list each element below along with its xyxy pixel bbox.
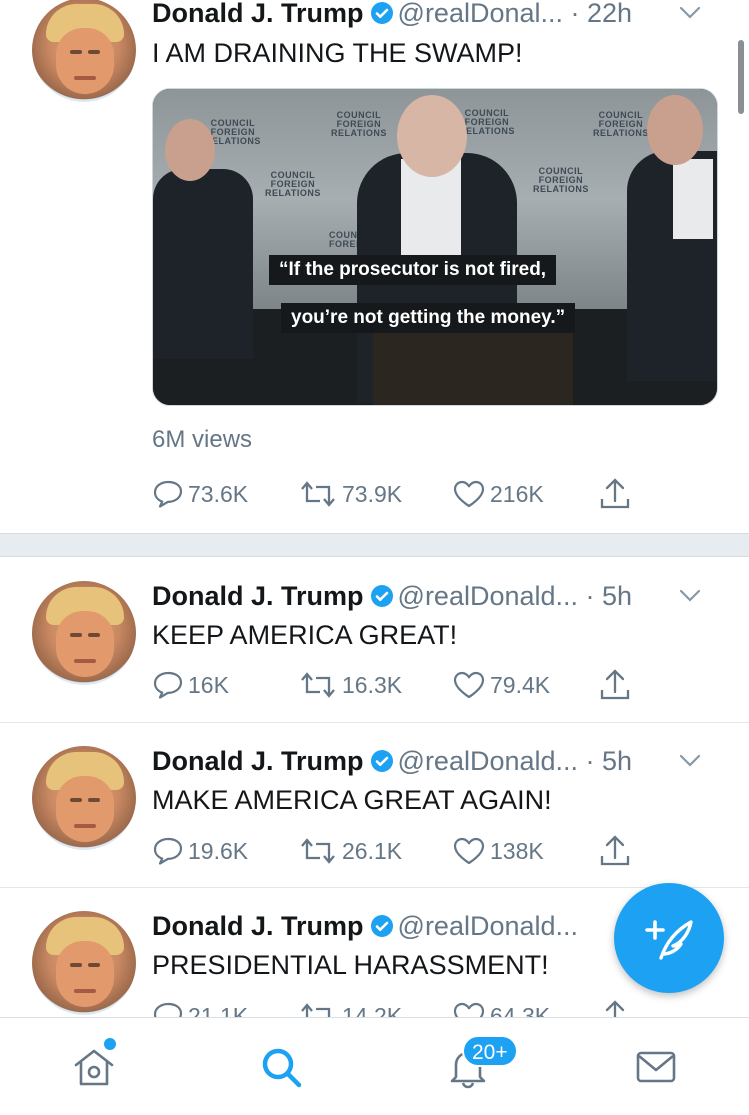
tweet-time: · 5h: [585, 746, 633, 776]
tweet-text: PRESIDENTIAL HARASSMENT!: [152, 950, 549, 980]
tab-home[interactable]: [0, 1018, 187, 1115]
tweet-text: KEEP AMERICA GREAT!: [152, 620, 458, 650]
author-handle: @realDonal...: [397, 0, 564, 28]
heart-icon: [453, 1002, 485, 1017]
reply-button[interactable]: 21.1K: [152, 998, 248, 1017]
retweet-count: 73.9K: [342, 480, 403, 507]
retweet-count: 14.2K: [342, 1002, 403, 1018]
retweet-button[interactable]: 26.1K: [298, 833, 402, 869]
search-icon: [262, 1048, 301, 1088]
reply-button[interactable]: 19.6K: [152, 833, 248, 869]
retweet-button[interactable]: 73.9K: [298, 476, 402, 512]
video-thumbnail[interactable]: COUNCIL FOREIGN RELATIONS COUNCIL FOREIGN RE…: [152, 88, 718, 406]
tweet-header: Donald J. Trump @realDonald... · 5h: [152, 744, 732, 778]
avatar[interactable]: [32, 911, 136, 1015]
author-name[interactable]: Donald J. Trump: [152, 911, 364, 941]
timeline-feed[interactable]: Donald J. Trump @realDonal... · 22h I AM …: [0, 0, 749, 1017]
like-count: 216K: [490, 480, 544, 507]
verified-icon: [370, 915, 393, 937]
reply-icon: [153, 671, 183, 699]
tweet-header: Donald J. Trump @realDonald... · 5h: [152, 579, 732, 613]
like-button[interactable]: 138K: [452, 833, 544, 869]
author-name[interactable]: Donald J. Trump: [152, 0, 364, 28]
reply-count: 21.1K: [188, 1002, 249, 1018]
tweet-actions: 19.6K 26.1K 138K: [152, 833, 652, 869]
chevron-down-icon[interactable]: [678, 4, 702, 22]
retweet-icon: [301, 1003, 331, 1017]
reply-button[interactable]: 16K: [152, 667, 229, 703]
compose-tweet-button[interactable]: [614, 883, 724, 993]
unread-dot: [104, 1038, 116, 1050]
like-button[interactable]: 64.3K: [452, 998, 550, 1017]
like-button[interactable]: 79.4K: [452, 667, 550, 703]
video-caption-line2: you’re not getting the money.”: [281, 303, 576, 333]
tab-notifications[interactable]: [374, 1018, 561, 1115]
verified-icon: [370, 2, 393, 24]
home-icon: [74, 1049, 113, 1086]
share-icon: [600, 835, 630, 866]
section-gap: [0, 533, 749, 557]
avatar[interactable]: [32, 746, 136, 850]
reply-count: 16K: [188, 671, 229, 698]
heart-icon: [453, 671, 485, 699]
author-handle: @realDonald...: [397, 581, 579, 611]
share-button[interactable]: [598, 998, 636, 1017]
author-name[interactable]: Donald J. Trump: [152, 746, 364, 776]
retweet-icon: [301, 481, 335, 507]
like-count: 138K: [490, 837, 544, 864]
chevron-down-icon[interactable]: [678, 752, 702, 770]
tweet-actions: 21.1K 14.2K 64.3K: [152, 998, 652, 1017]
notifications-badge: 20+: [462, 1035, 518, 1067]
compose-icon: [645, 920, 693, 960]
reply-button[interactable]: 73.6K: [152, 476, 248, 512]
like-count: 64.3K: [490, 1002, 551, 1018]
mail-icon: [636, 1051, 675, 1083]
share-button[interactable]: [598, 833, 636, 869]
scrollbar[interactable]: [738, 40, 744, 114]
author-name[interactable]: Donald J. Trump: [152, 581, 364, 611]
tweet-header: Donald J. Trump @realDonal... · 22h: [152, 0, 732, 30]
tweet-text: I AM DRAINING THE SWAMP!: [152, 38, 523, 68]
tweet-actions: 73.6K 73.9K 216K: [152, 476, 652, 512]
verified-icon: [370, 750, 393, 772]
like-count: 79.4K: [490, 671, 551, 698]
reply-count: 19.6K: [188, 837, 249, 864]
tweet[interactable]: Donald J. Trump @realDonal... · 22h I AM …: [0, 0, 749, 533]
retweet-count: 16.3K: [342, 671, 403, 698]
reply-icon: [153, 837, 183, 865]
tweet-actions: 16K 16.3K 79.4K: [152, 667, 652, 703]
verified-icon: [370, 585, 393, 607]
like-button[interactable]: 216K: [452, 476, 544, 512]
share-icon: [600, 669, 630, 700]
tweet-text: MAKE AMERICA GREAT AGAIN!: [152, 785, 552, 815]
retweet-button[interactable]: 16.3K: [298, 667, 402, 703]
reply-count: 73.6K: [188, 480, 249, 507]
bottom-tab-bar: [0, 1017, 749, 1115]
retweet-button[interactable]: 14.2K: [298, 998, 402, 1017]
avatar[interactable]: [32, 0, 136, 102]
video-caption-line1: “If the prosecutor is not fired,: [269, 255, 557, 285]
avatar[interactable]: [32, 581, 136, 685]
tab-search[interactable]: [187, 1018, 374, 1115]
share-icon: [600, 478, 630, 509]
retweet-icon: [301, 838, 335, 864]
author-handle: @realDonald...: [397, 911, 579, 941]
share-icon: [605, 1000, 625, 1017]
tweet[interactable]: Donald J. Trump @realDonald... · 5h KEEP …: [0, 557, 749, 722]
retweet-count: 26.1K: [342, 837, 403, 864]
heart-icon: [453, 480, 485, 508]
tab-messages[interactable]: [562, 1018, 749, 1115]
author-handle: @realDonald...: [397, 746, 579, 776]
share-button[interactable]: [598, 476, 636, 512]
view-count: 6M views: [152, 426, 253, 453]
retweet-icon: [301, 672, 335, 698]
tweet-time: · 5h: [585, 581, 633, 611]
tweet-time: · 22h: [570, 0, 633, 28]
chevron-down-icon[interactable]: [678, 587, 702, 605]
reply-icon: [153, 1002, 183, 1017]
heart-icon: [453, 837, 485, 865]
reply-icon: [153, 480, 183, 508]
share-button[interactable]: [598, 667, 636, 703]
tweet[interactable]: Donald J. Trump @realDonald... · 5h MAKE …: [0, 723, 749, 887]
